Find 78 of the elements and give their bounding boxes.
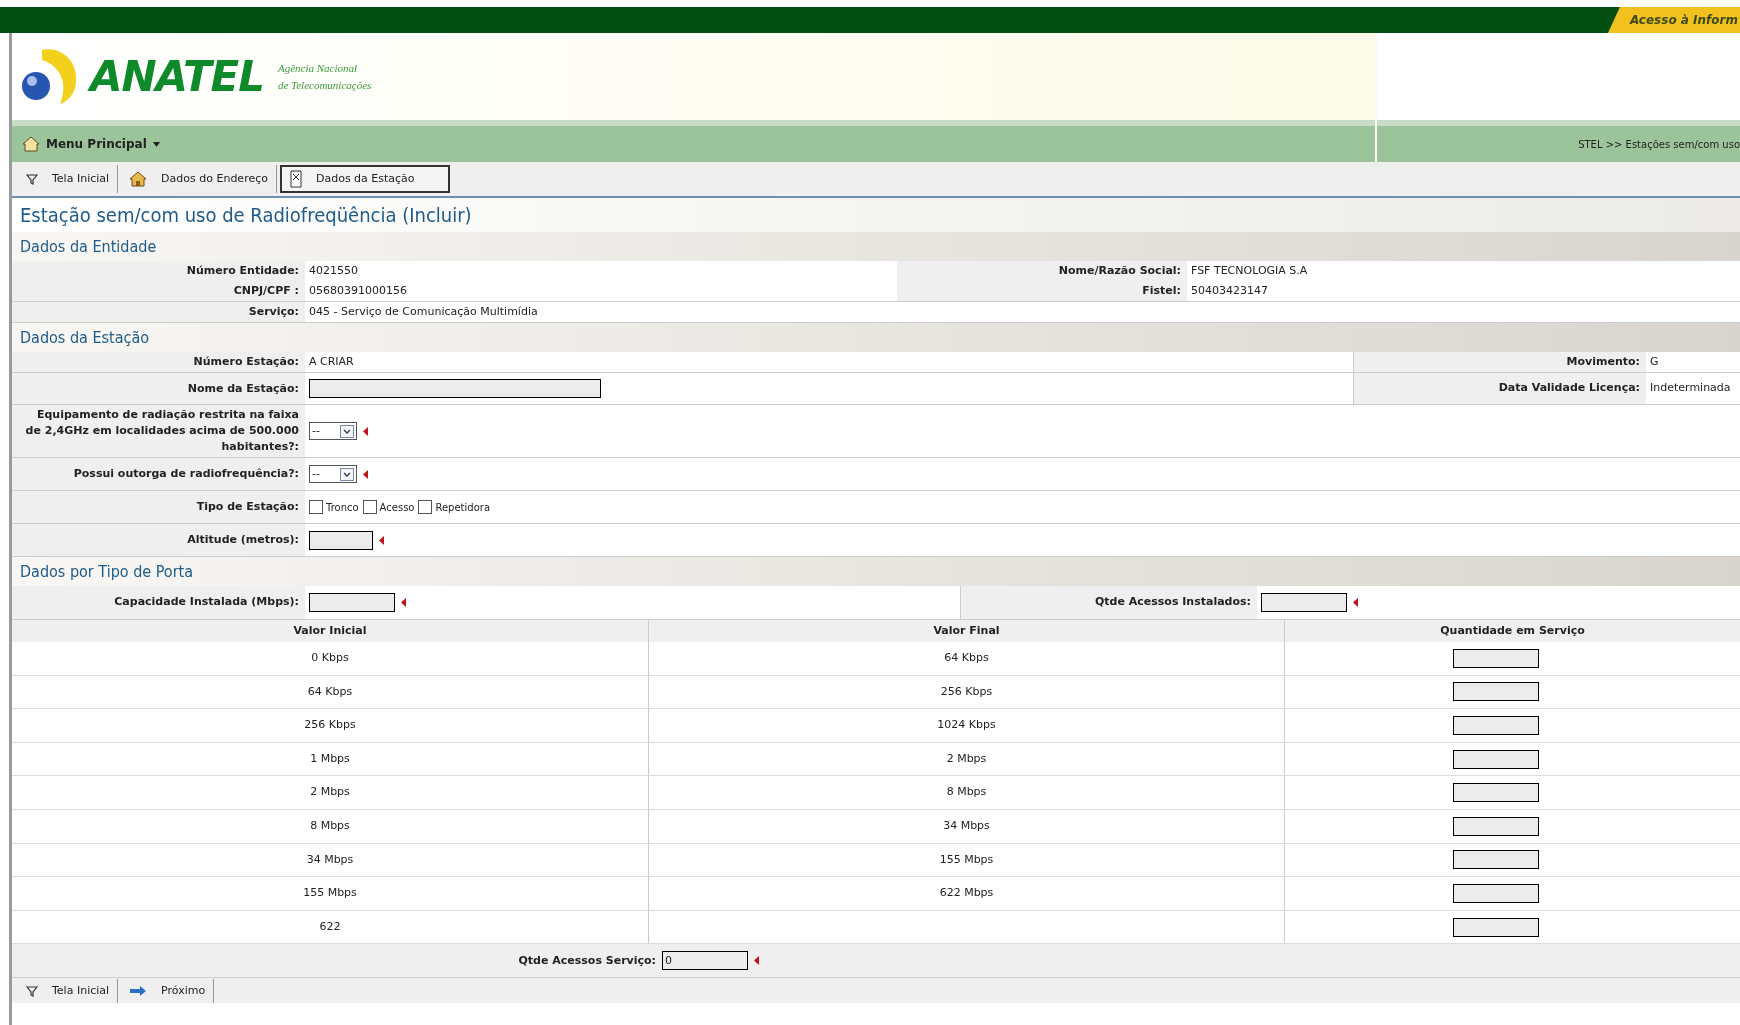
column-header: Valor Inicial — [292, 622, 368, 639]
field-label: Capacidade Instalada (Mbps): — [12, 586, 305, 619]
agency-name-line: de Telecomunicações — [277, 77, 372, 93]
table-cell-text: 34 Mbps — [943, 818, 990, 834]
main-menu-button[interactable]: Menu Principal — [46, 135, 160, 153]
field-label: Número Estação: — [12, 352, 305, 372]
input-field[interactable] — [309, 593, 395, 612]
input-field[interactable] — [1452, 682, 1539, 702]
table-cell-text: 0 Kbps — [310, 650, 350, 667]
input-field[interactable] — [1452, 816, 1539, 836]
select-field[interactable]: -- — [309, 422, 357, 440]
document-icon — [289, 170, 302, 188]
table-cell-text: 256 Kbps — [303, 717, 357, 734]
tab[interactable]: Tela Inicial — [18, 165, 119, 193]
checkbox[interactable] — [309, 500, 323, 514]
field-label: Data Validade Licença: — [1353, 373, 1646, 404]
column-header: Valor Final — [648, 620, 1284, 642]
table-cell-text: 2 Mbps — [309, 784, 351, 801]
table-cell-text: 256 Kbps — [940, 683, 993, 700]
table-cell: 64 Kbps — [944, 650, 989, 667]
table-cell-text: 155 Mbps — [302, 885, 358, 902]
field-label: Tipo de Estação: — [12, 491, 305, 523]
input-field[interactable] — [309, 379, 601, 398]
filter-icon — [26, 984, 38, 997]
table-cell: 622 Mbps — [939, 885, 994, 902]
field-label: Nome da Estação: — [12, 373, 305, 404]
field-label: Número Entidade: — [12, 261, 305, 281]
section-heading: Dados da Estação — [12, 323, 1740, 352]
nav-button[interactable]: Tela Inicial — [18, 978, 119, 1003]
table-cell-text: 8 Mbps — [309, 818, 351, 834]
tab[interactable]: Dados do Endereço — [121, 165, 277, 193]
tab[interactable]: Dados da Estação — [279, 165, 450, 193]
field-label: CNPJ/CPF : — [12, 281, 305, 301]
table-cell: 1024 Kbps — [937, 717, 996, 734]
checkbox[interactable] — [362, 500, 377, 514]
filter-icon — [26, 173, 38, 185]
select-field[interactable]: -- — [309, 465, 357, 483]
input-field[interactable] — [1452, 648, 1539, 668]
field-label: Altitude (metros): — [12, 524, 305, 556]
field-label: Fistel: — [897, 281, 1187, 301]
house-icon — [129, 171, 148, 187]
table-cell-text: 34 Mbps — [305, 851, 355, 868]
field-label: Equipamento de radiação restrita na faixa de 2,4GHz em localidades acima de 500.000 habitantes?: — [12, 405, 305, 457]
input-field[interactable] — [1452, 883, 1539, 903]
section-heading: Dados por Tipo de Porta — [12, 557, 1740, 586]
table-cell-text: 622 — [318, 918, 342, 935]
column-header: Quantidade em Serviço — [1284, 620, 1740, 642]
input-field[interactable] — [1452, 783, 1539, 803]
home-icon — [22, 136, 40, 152]
table-cell: 8 Mbps — [946, 784, 987, 801]
checkbox-label: Acesso — [379, 500, 415, 515]
input-field[interactable] — [1452, 749, 1539, 769]
field-label: Movimento: — [1353, 352, 1646, 372]
breadcrumb: STEL >> Estações sem/com uso — [1578, 137, 1740, 152]
input-field[interactable] — [1261, 593, 1347, 612]
field-label: Nome/Razão Social: — [897, 261, 1187, 281]
field-value: A CRIAR — [309, 353, 354, 370]
field-label: Serviço: — [12, 302, 305, 322]
checkbox-label: Tronco — [326, 500, 359, 515]
nav-button[interactable]: Próximo — [121, 978, 215, 1003]
input-field[interactable] — [1452, 716, 1539, 735]
table-cell-text: 2 Mbps — [946, 750, 987, 767]
table-cell-text: 64 Kbps — [306, 683, 354, 700]
table-cell-text: 155 Mbps — [939, 851, 994, 868]
field-label: Qtde Acessos Instalados: — [960, 586, 1257, 619]
input-field[interactable] — [309, 530, 373, 550]
access-info-link[interactable]: Acesso à Inform — [1607, 7, 1740, 33]
table-cell-text: 1 Mbps — [309, 750, 351, 767]
caret-icon — [152, 141, 160, 147]
input-field[interactable] — [1452, 917, 1539, 937]
field-label: Possui outorga de radiofrequência?: — [12, 458, 305, 490]
agency-name-line: Agência Nacional — [277, 60, 359, 76]
arrow-right-icon — [129, 985, 148, 996]
checkbox-label: Repetidora — [435, 500, 491, 515]
input-field[interactable]: 0 — [662, 951, 748, 971]
section-heading: Dados da Entidade — [12, 232, 1740, 261]
input-field[interactable] — [1452, 850, 1539, 870]
checkbox[interactable] — [418, 500, 433, 514]
